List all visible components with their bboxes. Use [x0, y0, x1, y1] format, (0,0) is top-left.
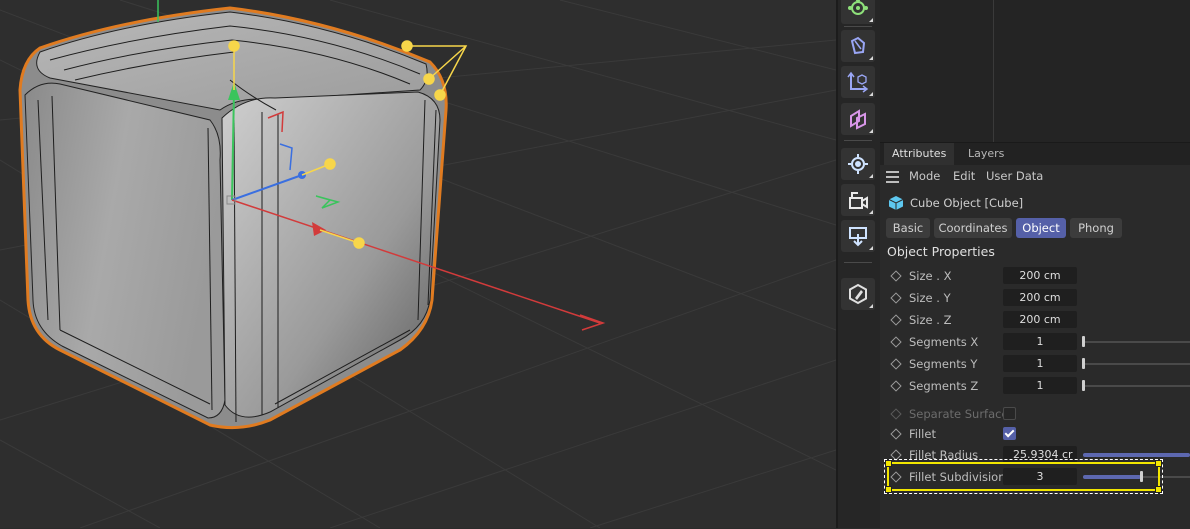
prop-segments-x: Segments X 1: [880, 332, 1190, 352]
segments-z-field[interactable]: 1: [1003, 377, 1077, 394]
prop-label: Size . Y: [909, 291, 951, 305]
prop-label: Fillet: [909, 427, 936, 441]
segments-x-field[interactable]: 1: [1003, 333, 1077, 350]
keyframe-diamond-icon[interactable]: [890, 428, 902, 440]
size-y-field[interactable]: 200 cm: [1003, 289, 1077, 306]
menu-edit[interactable]: Edit: [953, 169, 975, 183]
light-icon[interactable]: [841, 148, 875, 180]
segments-y-field[interactable]: 1: [1003, 355, 1077, 372]
segments-y-slider[interactable]: [1083, 363, 1190, 365]
prop-segments-z: Segments Z 1: [880, 376, 1190, 396]
size-x-field[interactable]: 200 cm: [1003, 267, 1077, 284]
keyframe-diamond-icon[interactable]: [890, 270, 902, 282]
prop-size-z: Size . Z 200 cm: [880, 310, 1190, 330]
tool-palette: [838, 0, 880, 528]
size-z-field[interactable]: 200 cm: [1003, 311, 1077, 328]
deformer-icon[interactable]: [841, 220, 875, 252]
prop-fillet: Fillet: [880, 424, 1190, 444]
menu-mode[interactable]: Mode: [909, 169, 940, 183]
prop-label: Size . X: [909, 269, 952, 283]
slider-handle[interactable]: [1082, 336, 1085, 347]
tab-layers[interactable]: Layers: [960, 143, 1012, 165]
prop-label: Fillet Radius: [909, 448, 979, 462]
slider-handle[interactable]: [1082, 380, 1085, 391]
prop-label: Size . Z: [909, 313, 952, 327]
basic-button[interactable]: Basic: [886, 218, 930, 238]
segments-z-slider[interactable]: [1083, 385, 1190, 387]
slider-fill: [1083, 453, 1190, 457]
object-header: Cube Object [Cube]: [888, 194, 1023, 212]
fillet-checkbox[interactable]: [1003, 427, 1016, 440]
cube-icon: [888, 196, 904, 210]
keyframe-diamond-icon: [890, 408, 902, 420]
fillet-radius-field[interactable]: 25.9304 cr: [1003, 446, 1077, 463]
keyframe-diamond-icon[interactable]: [890, 380, 902, 392]
attributes-menubar: Mode Edit User Data: [880, 165, 1190, 187]
polygon-pen-icon[interactable]: [841, 0, 875, 24]
menu-icon[interactable]: [886, 171, 899, 186]
coordinates-button[interactable]: Coordinates: [934, 218, 1012, 238]
prop-label: Segments Z: [909, 379, 979, 393]
snap-icon[interactable]: [841, 103, 875, 135]
keyframe-diamond-icon[interactable]: [890, 449, 902, 461]
camera-icon[interactable]: [841, 184, 875, 216]
prop-separate-surfaces: Separate Surfaces: [880, 404, 1190, 424]
keyframe-diamond-icon[interactable]: [890, 336, 902, 348]
sculpt-icon[interactable]: [841, 278, 875, 310]
tab-attributes[interactable]: Attributes: [884, 143, 955, 165]
highlight-box: [884, 459, 1163, 494]
phong-button[interactable]: Phong: [1070, 218, 1122, 238]
panel-tabs: Attributes Layers: [880, 143, 1190, 165]
object-button[interactable]: Object: [1016, 218, 1066, 238]
separate-surfaces-checkbox: [1003, 407, 1016, 420]
menu-user-data[interactable]: User Data: [986, 169, 1043, 183]
spline-icon[interactable]: [841, 30, 875, 62]
prop-label: Segments X: [909, 335, 979, 349]
prop-label: Separate Surfaces: [909, 407, 1015, 421]
slider-handle[interactable]: [1082, 358, 1085, 369]
cube-object: [18, 6, 448, 430]
move-axis-icon[interactable]: [841, 66, 875, 98]
keyframe-diamond-icon[interactable]: [890, 292, 902, 304]
section-title: Object Properties: [887, 244, 995, 259]
object-manager-area[interactable]: [880, 0, 1190, 142]
prop-label: Segments Y: [909, 357, 978, 371]
prop-size-y: Size . Y 200 cm: [880, 288, 1190, 308]
viewport-scene[interactable]: [0, 0, 836, 528]
prop-segments-y: Segments Y 1: [880, 354, 1190, 374]
segments-x-slider[interactable]: [1083, 341, 1190, 343]
3d-viewport[interactable]: [0, 0, 836, 528]
keyframe-diamond-icon[interactable]: [890, 358, 902, 370]
prop-size-x: Size . X 200 cm: [880, 266, 1190, 286]
object-title: Cube Object [Cube]: [910, 196, 1024, 210]
keyframe-diamond-icon[interactable]: [890, 314, 902, 326]
